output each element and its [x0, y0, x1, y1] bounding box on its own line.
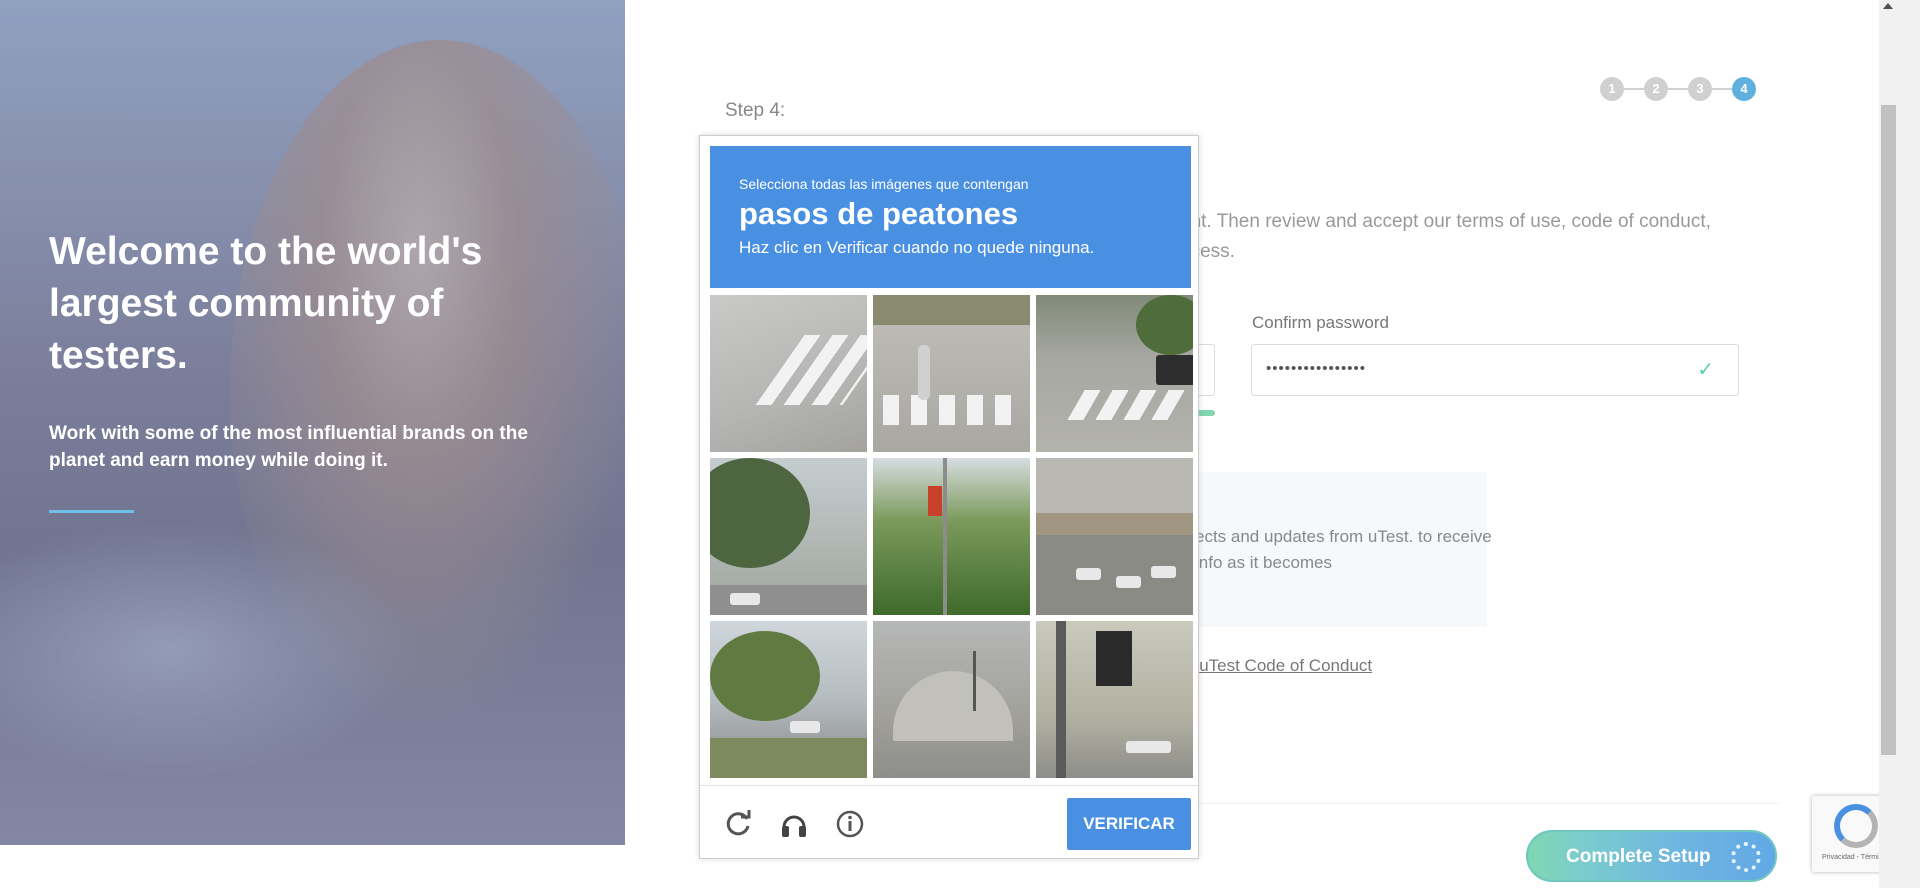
- confirm-password-value: ••••••••••••••••: [1266, 360, 1367, 377]
- check-icon: ✓: [1697, 359, 1714, 381]
- tree: [710, 631, 820, 721]
- recaptcha-logo-icon: [1834, 804, 1878, 848]
- scroll-up-arrow-icon[interactable]: [1883, 3, 1893, 9]
- loading-spinner-icon: [1731, 842, 1761, 872]
- captcha-tile-5[interactable]: [873, 458, 1030, 615]
- step-connector: [1666, 88, 1690, 90]
- traffic-light: [1096, 631, 1132, 686]
- code-of-conduct: e uTest Code of Conduct: [1185, 656, 1372, 676]
- crosswalk-stripes: [1067, 390, 1192, 420]
- overpass: [1036, 513, 1193, 535]
- captcha-target: pasos de peatones: [739, 196, 1019, 231]
- pedestrian: [918, 345, 930, 400]
- crosswalk-stripes: [883, 395, 1020, 425]
- car: [730, 593, 760, 605]
- captcha-tile-2[interactable]: [873, 295, 1030, 452]
- complete-setup-button[interactable]: Complete Setup: [1526, 830, 1777, 882]
- step-4: 4: [1732, 77, 1756, 101]
- step-3: 3: [1688, 77, 1712, 101]
- step-2: 2: [1644, 77, 1668, 101]
- step-1: 1: [1600, 77, 1624, 101]
- car: [1151, 566, 1176, 578]
- captcha-hint: Haz clic en Verificar cuando no quede ni…: [739, 238, 1095, 257]
- sky: [1036, 458, 1193, 518]
- page: Welcome to the world's largest community…: [0, 0, 1920, 888]
- hero-panel: Welcome to the world's largest community…: [0, 0, 625, 845]
- captcha-challenge: Selecciona todas las imágenes que conten…: [699, 135, 1199, 859]
- palm-tree: [973, 651, 976, 711]
- confirm-password-label: Confirm password: [1252, 313, 1389, 332]
- captcha-tile-4[interactable]: [710, 458, 867, 615]
- newsletter-text: ects and updates from uTest. to receive …: [1195, 527, 1492, 572]
- captcha-tile-7[interactable]: [710, 621, 867, 778]
- captcha-tile-1[interactable]: [710, 295, 867, 452]
- car: [1126, 741, 1171, 753]
- audio-icon[interactable]: [779, 809, 809, 839]
- background-buildings: [873, 295, 1030, 325]
- step-connector: [1622, 88, 1646, 90]
- traffic-light: [928, 486, 942, 516]
- captcha-footer: VERIFICAR: [700, 785, 1198, 858]
- captcha-tile-3[interactable]: [1036, 295, 1193, 452]
- car: [790, 721, 820, 733]
- verify-button[interactable]: VERIFICAR: [1067, 798, 1191, 850]
- hero-subtitle: Work with some of the most influential b…: [49, 423, 528, 471]
- car: [1116, 576, 1141, 588]
- captcha-header: Selecciona todas las imágenes que conten…: [710, 146, 1191, 288]
- grass: [710, 738, 867, 778]
- hero-divider: [49, 510, 134, 513]
- signal-pole: [1056, 621, 1066, 778]
- form-divider: [1190, 803, 1779, 804]
- captcha-tile-8[interactable]: [873, 621, 1030, 778]
- captcha-tile-6[interactable]: [1036, 458, 1193, 615]
- captcha-instruction: Selecciona todas las imágenes que conten…: [739, 176, 1029, 192]
- page-scrollbar[interactable]: [1879, 0, 1920, 888]
- scrollbar-thumb[interactable]: [1881, 105, 1896, 755]
- complete-setup-label: Complete Setup: [1566, 846, 1711, 867]
- tree-foliage: [873, 458, 1030, 615]
- hero-title: Welcome to the world's largest community…: [49, 230, 483, 377]
- captcha-tile-9[interactable]: [1036, 621, 1193, 778]
- confirm-password-field[interactable]: •••••••••••••••• ✓: [1251, 344, 1739, 396]
- intro-text: unt. Then review and accept our terms of…: [1180, 211, 1711, 262]
- step-connector: [1710, 88, 1734, 90]
- step-title: Step 4:: [725, 100, 786, 121]
- info-icon[interactable]: [835, 809, 865, 839]
- car: [1076, 568, 1101, 580]
- car: [1156, 355, 1193, 385]
- reload-icon[interactable]: [723, 809, 753, 839]
- captcha-grid: [710, 295, 1193, 778]
- code-of-conduct-link[interactable]: uTest Code of Conduct: [1199, 656, 1372, 675]
- signal-pole: [943, 458, 947, 615]
